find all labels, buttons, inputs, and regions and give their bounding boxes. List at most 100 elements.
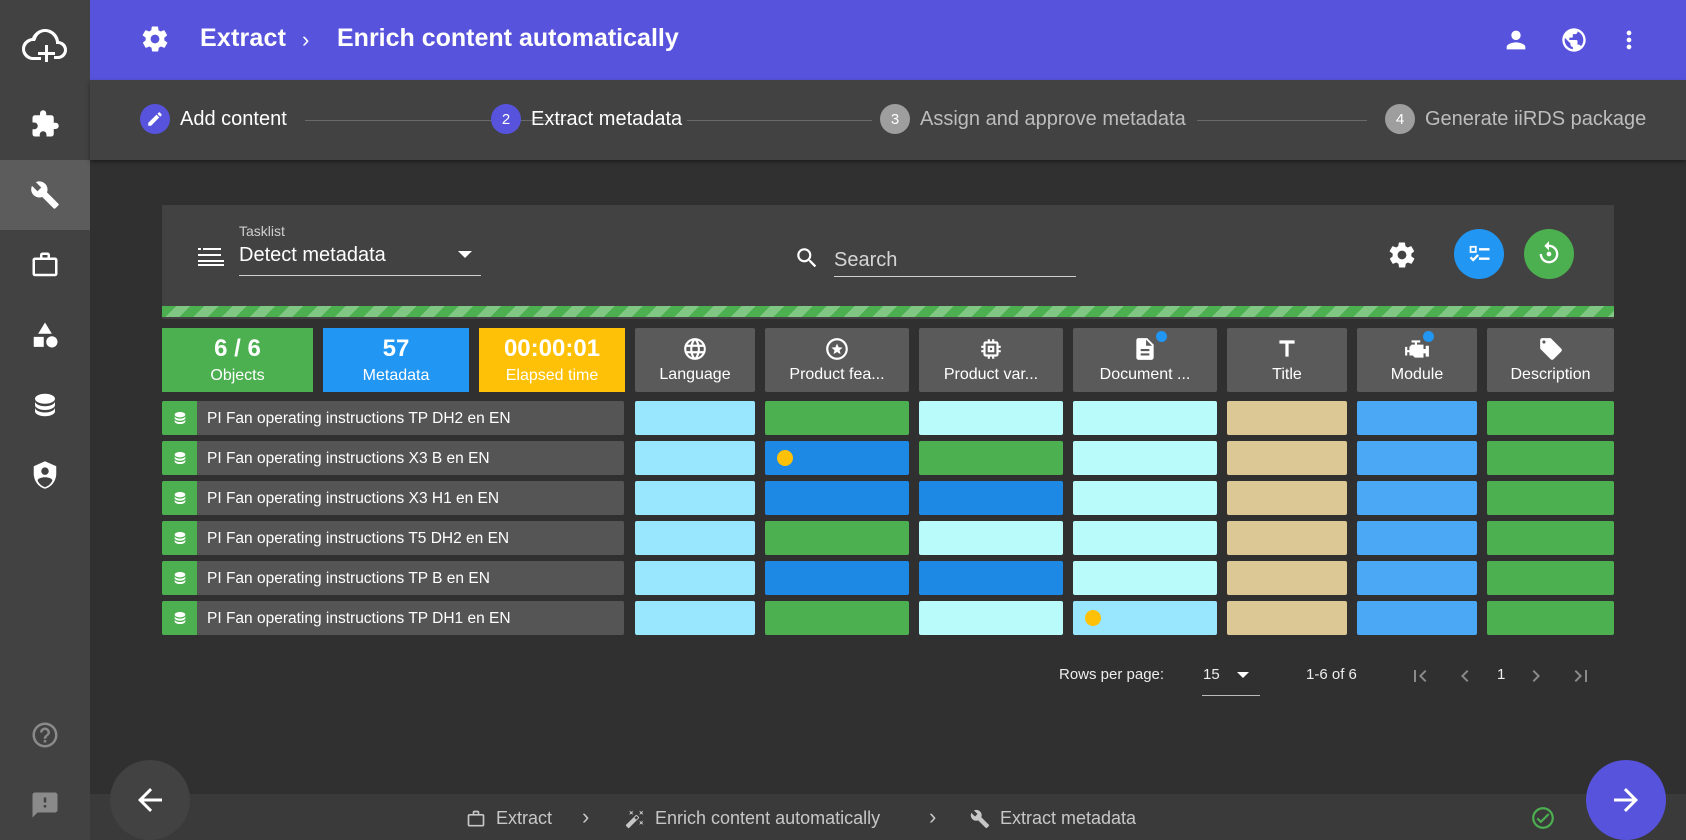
metadata-cell[interactable]	[1487, 561, 1614, 595]
table-row[interactable]: PI Fan operating instructions TP B en EN	[162, 561, 624, 595]
metadata-cell[interactable]	[1357, 601, 1477, 635]
metadata-cell[interactable]	[1357, 561, 1477, 595]
column-header-product-feature[interactable]: Product fea...	[765, 328, 909, 392]
metadata-cell[interactable]	[1073, 521, 1217, 555]
step-extract-metadata[interactable]: 2 Extract metadata	[491, 104, 682, 134]
metadata-cell[interactable]	[765, 601, 909, 635]
metadata-cell[interactable]	[919, 601, 1063, 635]
metadata-cell[interactable]	[1227, 441, 1347, 475]
column-label: Title	[1272, 366, 1302, 383]
metadata-cell[interactable]	[1357, 401, 1477, 435]
sidebar-item-help[interactable]	[0, 700, 90, 770]
page-title[interactable]: Extract	[200, 24, 286, 53]
account-icon[interactable]	[1502, 26, 1530, 59]
step-number: 2	[491, 104, 521, 134]
column-label: Document ...	[1099, 366, 1191, 383]
rows-per-page-select[interactable]: 15	[1203, 666, 1220, 683]
sidebar-item-feedback[interactable]	[0, 770, 90, 840]
metadata-cell[interactable]	[765, 401, 909, 435]
sidebar-item-plugins[interactable]	[0, 89, 90, 159]
step-assign-approve[interactable]: 3 Assign and approve metadata	[880, 104, 1186, 134]
sidebar-item-briefcase[interactable]	[0, 230, 90, 300]
database-icon	[162, 601, 197, 635]
pagination-range: 1-6 of 6	[1306, 666, 1357, 683]
next-button[interactable]	[1586, 760, 1666, 840]
briefcase-icon	[32, 252, 58, 277]
metadata-cell[interactable]	[765, 521, 909, 555]
database-icon	[162, 561, 197, 595]
restart-button[interactable]	[1524, 229, 1574, 279]
step-generate-package[interactable]: 4 Generate iiRDS package	[1385, 104, 1646, 134]
metadata-cell[interactable]	[765, 441, 909, 475]
metadata-cell[interactable]	[1487, 601, 1614, 635]
column-header-description[interactable]: Description	[1487, 328, 1614, 392]
metadata-cell[interactable]	[635, 481, 755, 515]
metadata-cell[interactable]	[1487, 481, 1614, 515]
column-header-language[interactable]: Language	[635, 328, 755, 392]
search-input[interactable]	[834, 245, 1076, 277]
metadata-cell[interactable]	[635, 521, 755, 555]
metadata-cell[interactable]	[1357, 481, 1477, 515]
magic-wand-icon	[625, 810, 644, 828]
metadata-cell[interactable]	[635, 601, 755, 635]
footer-breadcrumb-extract-metadata[interactable]: Extract metadata	[970, 808, 1136, 829]
footer-breadcrumb-extract[interactable]: Extract	[466, 808, 552, 829]
sidebar-item-security[interactable]	[0, 440, 90, 510]
column-header-title[interactable]: Title	[1227, 328, 1347, 392]
chevron-down-icon[interactable]	[1237, 672, 1249, 678]
metadata-cell[interactable]	[1073, 601, 1217, 635]
metadata-cell[interactable]	[1073, 401, 1217, 435]
metadata-cell[interactable]	[919, 401, 1063, 435]
checklist-button[interactable]	[1454, 229, 1504, 279]
table-row[interactable]: PI Fan operating instructions TP DH1 en …	[162, 601, 624, 635]
app-header: Extract › Enrich content automatically	[90, 0, 1686, 80]
footer-breadcrumb-enrich[interactable]: Enrich content automatically	[625, 808, 880, 829]
globe-language-icon[interactable]	[1560, 26, 1588, 59]
step-add-content[interactable]: Add content	[140, 104, 287, 134]
metadata-cell[interactable]	[635, 401, 755, 435]
metadata-cell[interactable]	[765, 481, 909, 515]
first-page-icon[interactable]	[1408, 664, 1432, 693]
metadata-cell[interactable]	[1073, 561, 1217, 595]
metadata-cell[interactable]	[1073, 441, 1217, 475]
table-row[interactable]: PI Fan operating instructions TP DH2 en …	[162, 401, 624, 435]
sidebar-item-shapes[interactable]	[0, 300, 90, 370]
metadata-cell[interactable]	[919, 441, 1063, 475]
metadata-cell[interactable]	[1227, 481, 1347, 515]
metadata-cell[interactable]	[1487, 521, 1614, 555]
more-vert-icon[interactable]	[1615, 26, 1643, 59]
metadata-cell[interactable]	[1073, 481, 1217, 515]
chevron-down-icon[interactable]	[458, 251, 472, 258]
next-page-icon[interactable]	[1524, 664, 1548, 693]
sidebar-item-tools[interactable]	[0, 160, 90, 230]
metadata-cell[interactable]	[1227, 601, 1347, 635]
table-row[interactable]: PI Fan operating instructions X3 B en EN	[162, 441, 624, 475]
metadata-cell[interactable]	[765, 561, 909, 595]
sidebar-item-cloud-upload[interactable]	[0, 10, 90, 80]
metadata-cell[interactable]	[635, 441, 755, 475]
metadata-cell[interactable]	[1227, 401, 1347, 435]
settings-icon[interactable]	[1387, 240, 1417, 275]
metadata-cell[interactable]	[1227, 521, 1347, 555]
column-header-module[interactable]: Module	[1357, 328, 1477, 392]
metadata-cell[interactable]	[1487, 401, 1614, 435]
metadata-cell[interactable]	[919, 561, 1063, 595]
metadata-cell[interactable]	[1487, 441, 1614, 475]
previous-page-icon[interactable]	[1453, 664, 1477, 693]
cloud-upload-icon	[22, 29, 67, 62]
last-page-icon[interactable]	[1569, 664, 1593, 693]
metadata-cell[interactable]	[919, 521, 1063, 555]
column-header-product-variant[interactable]: Product var...	[919, 328, 1063, 392]
table-row[interactable]: PI Fan operating instructions T5 DH2 en …	[162, 521, 624, 555]
metadata-cell[interactable]	[1357, 441, 1477, 475]
sidebar-item-database[interactable]	[0, 370, 90, 440]
back-button[interactable]	[110, 760, 190, 840]
metadata-cell[interactable]	[1357, 521, 1477, 555]
column-header-document-type[interactable]: Document ...	[1073, 328, 1217, 392]
tasklist-select[interactable]: Detect metadata	[239, 244, 386, 267]
table-row[interactable]: PI Fan operating instructions X3 H1 en E…	[162, 481, 624, 515]
settings-icon[interactable]	[140, 24, 170, 59]
metadata-cell[interactable]	[1227, 561, 1347, 595]
metadata-cell[interactable]	[635, 561, 755, 595]
metadata-cell[interactable]	[919, 481, 1063, 515]
